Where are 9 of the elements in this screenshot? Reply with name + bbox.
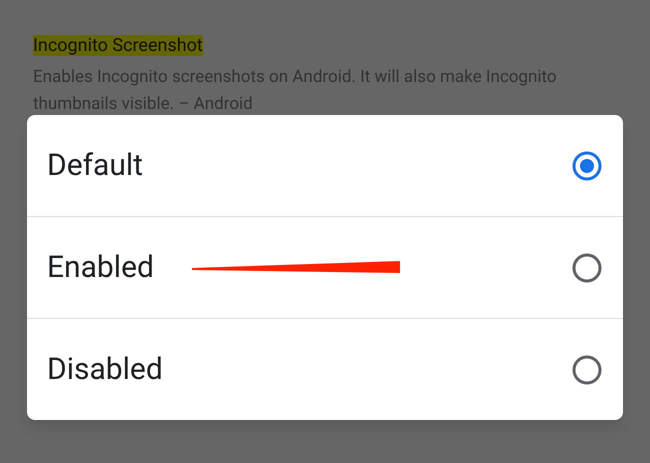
option-row[interactable]: Disabled: [27, 318, 623, 420]
option-label: Default: [47, 147, 143, 185]
radio-button[interactable]: [571, 354, 603, 386]
setting-title: Incognito Screenshot: [33, 35, 203, 56]
option-label: Enabled: [47, 249, 154, 287]
radio-button[interactable]: [571, 252, 603, 284]
option-row[interactable]: Default: [27, 115, 623, 216]
radio-button[interactable]: [571, 150, 603, 182]
option-label: Disabled: [47, 351, 163, 389]
